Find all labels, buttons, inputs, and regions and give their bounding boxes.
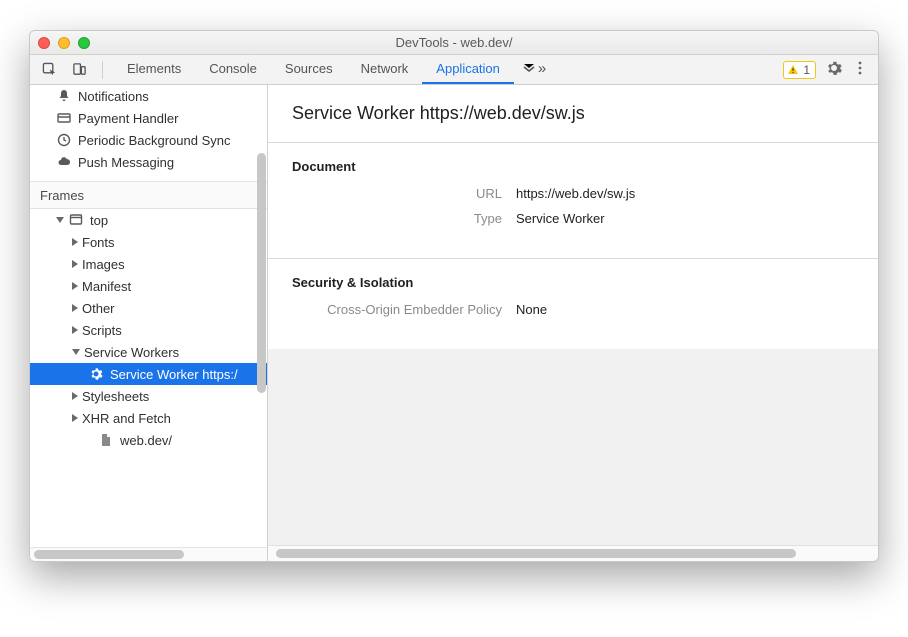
tree-item-label: Scripts — [82, 323, 122, 338]
sidebar-item-payment-handler[interactable]: Payment Handler — [30, 107, 267, 129]
tree-item-stylesheets[interactable]: Stylesheets — [30, 385, 267, 407]
tree-item-xhr-fetch[interactable]: XHR and Fetch — [30, 407, 267, 429]
chevron-right-icon — [72, 260, 78, 268]
chevrons-icon: » — [538, 60, 546, 77]
kv-value: Service Worker — [516, 211, 605, 226]
inspect-element-icon[interactable] — [36, 58, 62, 82]
panel-tabs: Elements Console Sources Network Applica… — [113, 55, 554, 84]
tree-item-other[interactable]: Other — [30, 297, 267, 319]
sidebar-item-label: Periodic Background Sync — [78, 133, 230, 148]
kv-key: Type — [292, 211, 516, 226]
tree-item-label: top — [90, 213, 108, 228]
kv-key: URL — [292, 186, 516, 201]
section-security: Security & Isolation Cross-Origin Embedd… — [268, 258, 878, 349]
tree-item-label: Other — [82, 301, 115, 316]
chevron-right-icon — [72, 238, 78, 246]
sidebar-horizontal-scrollbar[interactable] — [30, 547, 267, 561]
tree-item-label: Fonts — [82, 235, 115, 250]
window-controls — [38, 37, 90, 49]
sidebar-vertical-scrollbar[interactable] — [257, 91, 266, 507]
tree-item-fonts[interactable]: Fonts — [30, 231, 267, 253]
tab-network[interactable]: Network — [347, 55, 423, 84]
tree-item-label: XHR and Fetch — [82, 411, 171, 426]
chevron-right-icon — [72, 304, 78, 312]
tree-item-label: Service Worker https:/ — [110, 367, 238, 382]
window-icon — [68, 213, 84, 227]
device-toolbar-icon[interactable] — [66, 58, 92, 82]
chevron-down-icon — [56, 217, 64, 223]
more-menu-icon[interactable] — [852, 60, 868, 79]
frames-section-header: Frames — [30, 181, 267, 209]
tab-application[interactable]: Application — [422, 55, 514, 84]
kv-value: https://web.dev/sw.js — [516, 186, 635, 201]
scrollbar-thumb[interactable] — [276, 549, 796, 558]
detail-panel: Service Worker https://web.dev/sw.js Doc… — [268, 85, 878, 561]
tree-item-document[interactable]: web.dev/ — [30, 429, 267, 451]
kv-row-url: URL https://web.dev/sw.js — [292, 186, 854, 201]
scrollbar-thumb[interactable] — [257, 153, 266, 393]
chevron-down-icon — [72, 349, 80, 355]
tab-sources[interactable]: Sources — [271, 55, 347, 84]
section-title: Document — [292, 159, 854, 174]
maximize-window-button[interactable] — [78, 37, 90, 49]
kv-key: Cross-Origin Embedder Policy — [292, 302, 516, 317]
sidebar-item-label: Notifications — [78, 89, 149, 104]
card-icon — [56, 111, 72, 125]
tab-console[interactable]: Console — [195, 55, 271, 84]
section-title: Security & Isolation — [292, 275, 854, 290]
bell-icon — [56, 89, 72, 103]
clock-icon — [56, 133, 72, 147]
chevron-right-icon — [72, 392, 78, 400]
tree-item-label: Stylesheets — [82, 389, 149, 404]
sidebar-item-label: Push Messaging — [78, 155, 174, 170]
main-horizontal-scrollbar[interactable] — [268, 545, 878, 561]
tree-item-images[interactable]: Images — [30, 253, 267, 275]
tab-overflow[interactable]: » — [514, 55, 554, 84]
frames-top[interactable]: top — [30, 209, 267, 231]
toolbar: Elements Console Sources Network Applica… — [30, 55, 878, 85]
tree-item-manifest[interactable]: Manifest — [30, 275, 267, 297]
tree-item-service-workers[interactable]: Service Workers — [30, 341, 267, 363]
sidebar-item-push-messaging[interactable]: Push Messaging — [30, 151, 267, 173]
titlebar: DevTools - web.dev/ — [30, 31, 878, 55]
detail-title: Service Worker https://web.dev/sw.js — [268, 85, 878, 142]
tree-item-label: Service Workers — [84, 345, 179, 360]
cloud-icon — [56, 155, 72, 169]
devtools-window: DevTools - web.dev/ Elements Console Sou… — [29, 30, 879, 562]
kv-value: None — [516, 302, 547, 317]
settings-icon[interactable] — [826, 60, 842, 79]
chevron-right-icon — [72, 414, 78, 422]
warnings-badge[interactable]: 1 — [783, 61, 816, 79]
tree-item-label: web.dev/ — [120, 433, 172, 448]
tree-item-scripts[interactable]: Scripts — [30, 319, 267, 341]
file-icon — [98, 433, 114, 447]
sidebar-item-notifications[interactable]: Notifications — [30, 85, 267, 107]
tree-item-service-worker-selected[interactable]: Service Worker https:/ — [30, 363, 267, 385]
minimize-window-button[interactable] — [58, 37, 70, 49]
kv-row-coep: Cross-Origin Embedder Policy None — [292, 302, 854, 317]
tree-item-label: Images — [82, 257, 125, 272]
gear-icon — [88, 367, 104, 381]
tree-item-label: Manifest — [82, 279, 131, 294]
chevron-right-icon — [72, 282, 78, 290]
warnings-count: 1 — [803, 63, 810, 77]
tab-elements[interactable]: Elements — [113, 55, 195, 84]
sidebar-item-label: Payment Handler — [78, 111, 178, 126]
kv-row-type: Type Service Worker — [292, 211, 854, 226]
empty-area — [268, 349, 878, 459]
sidebar-item-periodic-bg-sync[interactable]: Periodic Background Sync — [30, 129, 267, 151]
scrollbar-thumb[interactable] — [34, 550, 184, 559]
window-title: DevTools - web.dev/ — [30, 35, 878, 50]
section-document: Document URL https://web.dev/sw.js Type … — [268, 142, 878, 258]
sidebar: Notifications Payment Handler Periodic B… — [30, 85, 268, 561]
close-window-button[interactable] — [38, 37, 50, 49]
separator — [102, 61, 103, 79]
chevron-right-icon — [72, 326, 78, 334]
body: Notifications Payment Handler Periodic B… — [30, 85, 878, 561]
